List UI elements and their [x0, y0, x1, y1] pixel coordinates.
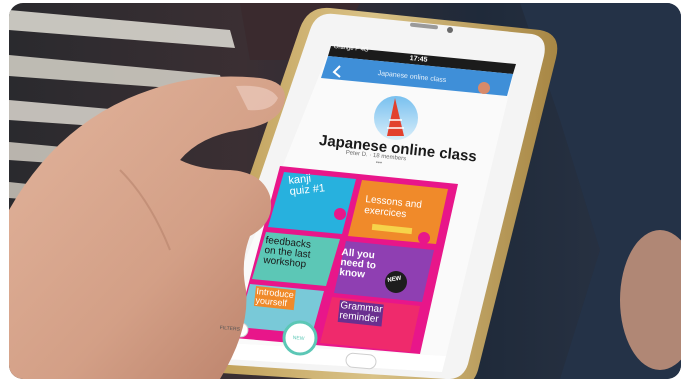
new-post-label: NEW	[292, 335, 305, 342]
tile-feedbacks-label: feedbacks on the last workshop	[262, 235, 312, 271]
tile-all-you-need-label: All you need to know	[338, 247, 377, 281]
tile-grammar-label: Grammar reminder	[337, 300, 384, 327]
front-camera	[447, 27, 453, 33]
tile-introduce-label: Introduce yourself	[253, 286, 296, 311]
header-avatar[interactable]	[478, 82, 490, 94]
photo-scene	[9, 3, 681, 379]
heart-badge	[334, 208, 346, 220]
tile-kanji-label: kanji quiz #1	[287, 172, 326, 198]
heart-badge-2	[418, 232, 430, 244]
layout-toggle-button[interactable]	[345, 352, 377, 370]
group-more[interactable]: •••	[375, 160, 382, 167]
